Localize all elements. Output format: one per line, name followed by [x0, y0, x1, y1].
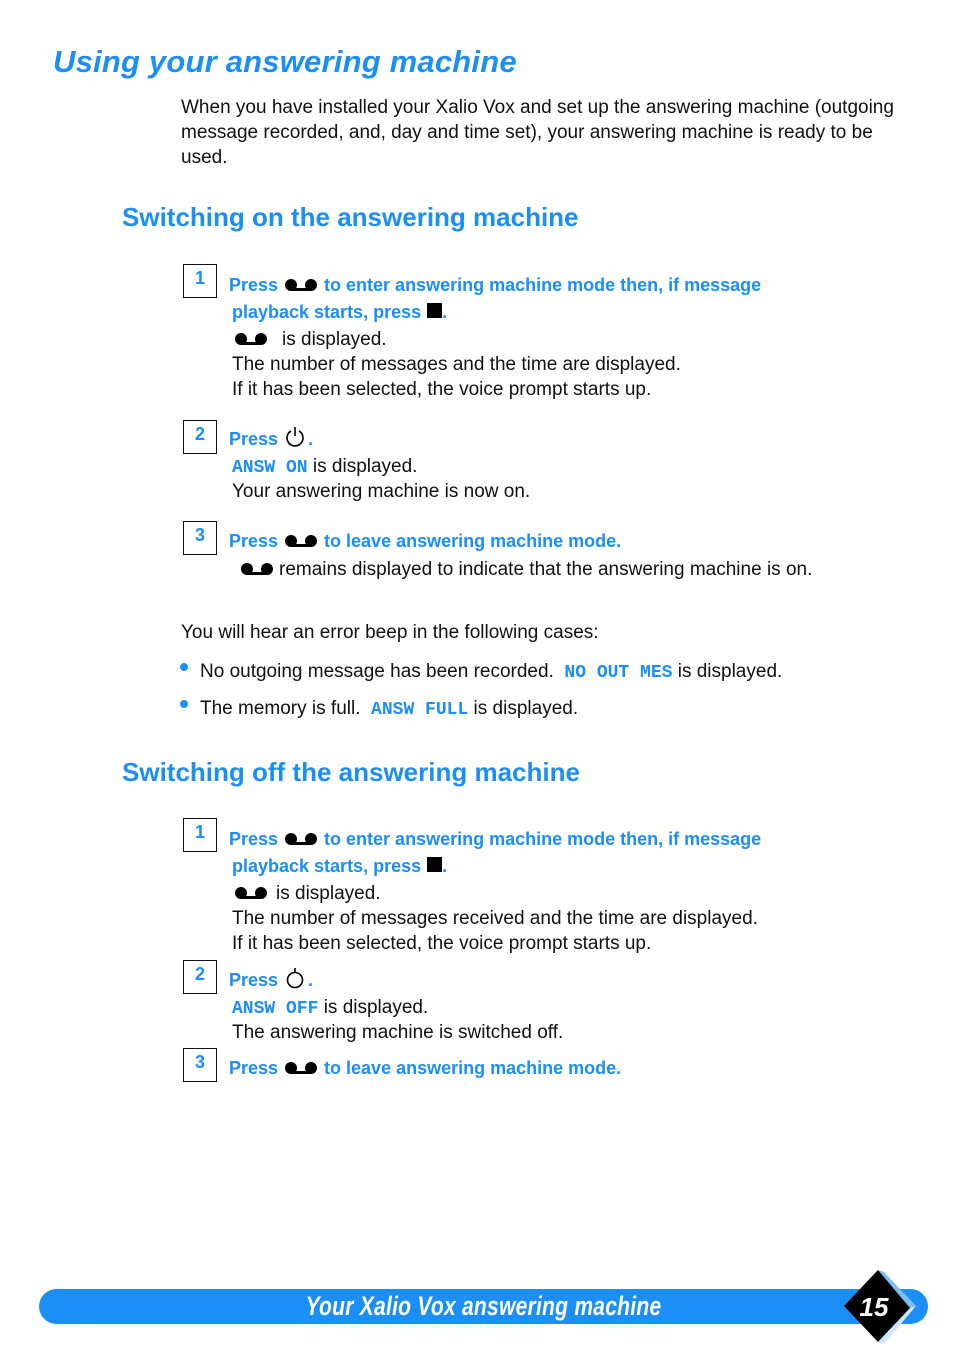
step-number-badge: 3 [183, 1048, 217, 1082]
answering-machine-key-icon [285, 833, 318, 845]
page-title: Using your answering machine [53, 44, 517, 79]
lcd-display-text: NO OUT MES [564, 663, 673, 683]
instruction-text: Press [229, 275, 279, 295]
step-number-badge: 1 [183, 818, 217, 852]
step-number-badge: 2 [183, 420, 217, 454]
answering-machine-display-icon [235, 887, 267, 899]
step-instruction: Press to enter answering machine mode the… [229, 826, 761, 853]
step-result: The answering machine is switched off. [232, 1022, 564, 1043]
error-item: The memory is full. ANSW FULL is display… [200, 696, 578, 723]
step-result: remains displayed to indicate that the a… [236, 557, 812, 582]
instruction-text: Press [229, 1058, 279, 1078]
lcd-display-text: ANSW OFF [232, 999, 319, 1019]
step-result: is displayed. [232, 327, 387, 352]
instruction-text: Press [229, 531, 279, 551]
error-intro: You will hear an error beep in the follo… [181, 622, 599, 643]
step-number-badge: 2 [183, 960, 217, 994]
stop-key-icon [427, 303, 443, 318]
bullet-icon [180, 663, 188, 671]
power-on-key-icon [286, 427, 304, 447]
result-text: remains displayed to indicate that the a… [279, 559, 813, 580]
step-result: If it has been selected, the voice promp… [232, 933, 652, 954]
instruction-text: . [308, 970, 314, 990]
instruction-text: Press [229, 429, 279, 449]
instruction-text: to leave answering machine mode. [324, 531, 622, 551]
step-result: is displayed. [232, 881, 381, 906]
instruction-text: to leave answering machine mode. [324, 1058, 622, 1078]
result-text: is displayed. [282, 329, 387, 350]
answering-machine-key-icon [285, 1062, 318, 1074]
stop-key-icon [427, 857, 443, 872]
error-item: No outgoing message has been recorded. N… [200, 659, 782, 686]
page-number-badge: 15 [844, 1270, 916, 1344]
answering-machine-key-icon [285, 535, 318, 547]
answering-machine-display-icon [235, 333, 267, 345]
instruction-text: to enter answering machine mode then, if… [324, 829, 762, 849]
lcd-display-text: ANSW FULL [371, 700, 469, 720]
instruction-text: to enter answering machine mode then, if… [324, 275, 762, 295]
step-result: Your answering machine is now on. [232, 481, 531, 502]
section-heading-switch-on: Switching on the answering machine [122, 202, 579, 232]
page-number: 15 [860, 1292, 889, 1322]
result-text: is displayed. [276, 883, 381, 904]
instruction-text: Press [229, 970, 279, 990]
step-instruction: Press to enter answering machine mode the… [229, 272, 761, 299]
error-text: No outgoing message has been recorded. [200, 661, 554, 682]
instruction-text: playback starts, press [232, 302, 422, 322]
instruction-text: Press [229, 829, 279, 849]
answering-machine-display-icon [241, 563, 273, 575]
step-result: ANSW OFF is displayed. [232, 995, 428, 1022]
instruction-text: playback starts, press [232, 856, 422, 876]
step-number-badge: 3 [183, 521, 217, 555]
lcd-display-text: ANSW ON [232, 458, 308, 478]
step-result: The number of messages and the time are … [232, 354, 681, 375]
error-suffix: is displayed. [468, 698, 579, 719]
step-instruction: Press. [229, 967, 313, 994]
answering-machine-key-icon [285, 279, 318, 291]
step-result: ANSW ON is displayed. [232, 454, 417, 481]
step-instruction-cont: playback starts, press. [232, 853, 447, 880]
result-text: is displayed. [318, 997, 429, 1018]
step-result: If it has been selected, the voice promp… [232, 379, 652, 400]
step-instruction-cont: playback starts, press. [232, 299, 447, 326]
instruction-text: . [442, 302, 448, 322]
result-text: is displayed. [307, 456, 418, 477]
intro-paragraph: When you have installed your Xalio Vox a… [181, 97, 894, 168]
step-instruction: Press to leave answering machine mode. [229, 528, 621, 555]
bullet-icon [180, 700, 188, 708]
footer-chapter-title: Your Xalio Vox answering machine [305, 1291, 662, 1321]
power-off-key-icon [286, 968, 304, 989]
error-suffix: is displayed. [672, 661, 783, 682]
section-heading-switch-off: Switching off the answering machine [122, 757, 580, 787]
step-instruction: Press to leave answering machine mode. [229, 1055, 621, 1082]
instruction-text: . [442, 856, 448, 876]
step-instruction: Press. [229, 426, 313, 453]
instruction-text: . [308, 429, 314, 449]
error-text: The memory is full. [200, 698, 361, 719]
step-result: The number of messages received and the … [232, 908, 758, 929]
step-number-badge: 1 [183, 264, 217, 298]
